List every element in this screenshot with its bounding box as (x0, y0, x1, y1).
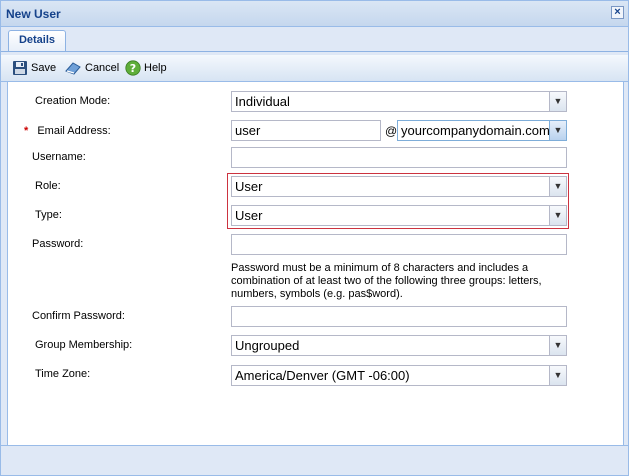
group-membership-select[interactable]: Ungrouped ▼ (231, 335, 567, 356)
password-help-text: Password must be a minimum of 8 characte… (231, 262, 542, 300)
group-membership-label: Group Membership: (35, 339, 133, 351)
tab-strip: Details (1, 27, 628, 52)
help-label: Help (144, 62, 167, 74)
role-value: User (235, 179, 263, 194)
password-input[interactable] (231, 234, 567, 255)
svg-text:?: ? (130, 62, 136, 75)
time-zone-value: America/Denver (GMT -06:00) (235, 368, 410, 383)
email-label-row: * Email Address: (24, 125, 111, 137)
time-zone-select[interactable]: America/Denver (GMT -06:00) ▼ (231, 365, 567, 386)
dialog-footer (1, 445, 628, 475)
new-user-dialog: New User × Details Save Cancel ? Help Cr… (0, 0, 629, 476)
cancel-label: Cancel (85, 62, 120, 74)
chevron-down-icon[interactable]: ▼ (549, 177, 566, 196)
close-button[interactable]: × (611, 6, 624, 19)
username-label: Username: (32, 151, 86, 163)
cancel-icon (64, 60, 82, 81)
help-icon: ? (125, 60, 141, 81)
creation-mode-label: Creation Mode: (35, 95, 111, 107)
save-label: Save (31, 62, 57, 74)
chevron-down-icon[interactable]: ▼ (549, 92, 566, 111)
at-sign: @ (385, 124, 398, 138)
email-domain-value: yourcompanydomain.com (401, 123, 550, 138)
dialog-title: New User (6, 7, 61, 21)
confirm-password-input[interactable] (231, 306, 567, 327)
email-domain-select[interactable]: yourcompanydomain.com ▼ (397, 120, 567, 141)
group-membership-value: Ungrouped (235, 338, 300, 353)
floppy-disk-icon (12, 60, 28, 81)
save-button[interactable]: Save (12, 60, 56, 76)
toolbar: Save Cancel ? Help (1, 55, 628, 82)
role-label: Role: (35, 180, 61, 192)
close-icon: × (614, 6, 621, 18)
type-select[interactable]: User ▼ (231, 205, 567, 226)
creation-mode-select[interactable]: Individual ▼ (231, 91, 567, 112)
type-value: User (235, 208, 263, 223)
chevron-down-icon[interactable]: ▼ (549, 336, 566, 355)
role-select[interactable]: User ▼ (231, 176, 567, 197)
username-input[interactable] (231, 147, 567, 168)
password-label: Password: (32, 238, 84, 250)
tab-details[interactable]: Details (8, 30, 66, 51)
creation-mode-value: Individual (235, 94, 290, 109)
chevron-down-icon[interactable]: ▼ (549, 366, 566, 385)
type-label: Type: (35, 209, 62, 221)
confirm-password-label: Confirm Password: (32, 310, 125, 322)
help-button[interactable]: ? Help (125, 60, 167, 76)
form-body: Creation Mode: Individual ▼ * Email Addr… (7, 82, 624, 445)
email-label: Email Address: (37, 125, 111, 137)
cancel-button[interactable]: Cancel (64, 60, 119, 76)
chevron-down-icon[interactable]: ▼ (549, 206, 566, 225)
email-user-input[interactable] (231, 120, 381, 141)
dialog-titlebar[interactable]: New User × (1, 1, 628, 27)
time-zone-label: Time Zone: (35, 368, 91, 380)
required-mark: * (24, 125, 29, 137)
chevron-down-icon[interactable]: ▼ (549, 121, 566, 140)
